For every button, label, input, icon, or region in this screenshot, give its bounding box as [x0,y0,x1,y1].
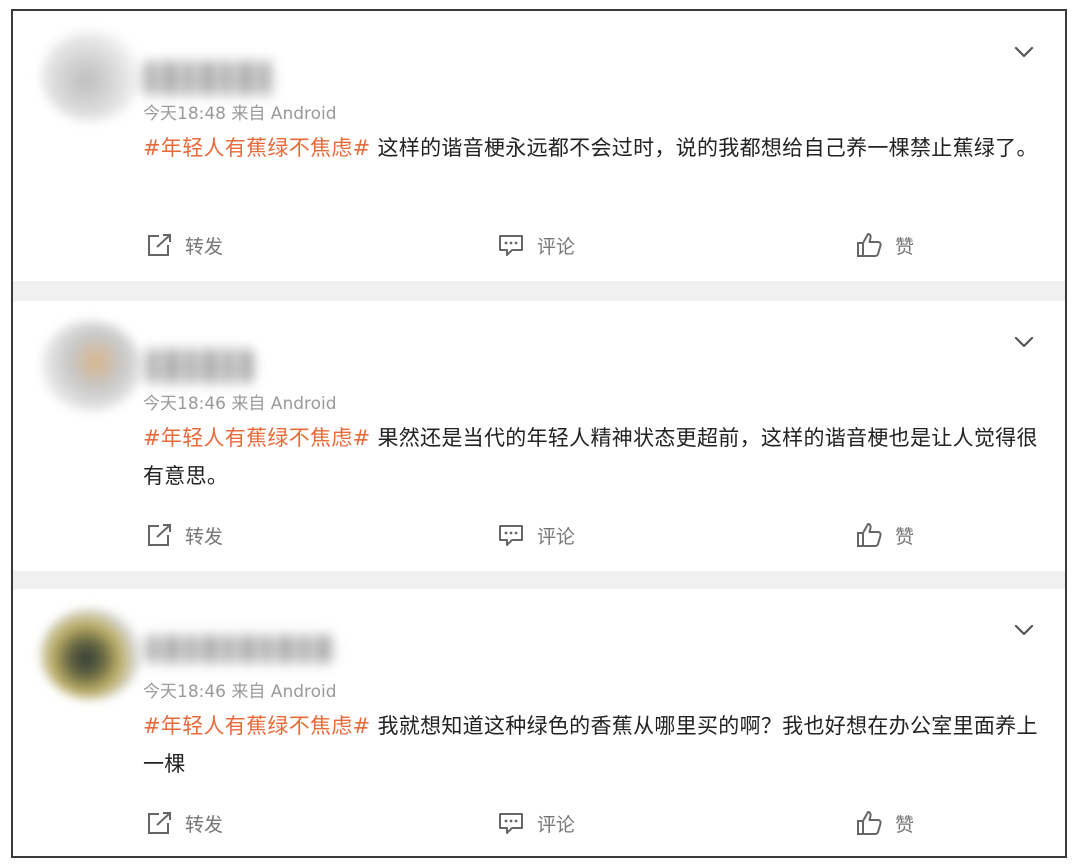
post-meta: 今天18:48 来自 Android [143,99,337,124]
post-source: 来自 Android [231,104,337,124]
username-blurred[interactable] [145,349,253,383]
topic-link[interactable]: #年轻人有蕉绿不焦虑# [143,136,371,160]
post-source: 来自 Android [231,394,337,414]
username-blurred[interactable] [143,61,273,95]
post-card: 今天18:46 来自 Android #年轻人有蕉绿不焦虑# 果然还是当代的年轻… [13,301,1065,571]
chevron-down-icon[interactable] [1013,331,1035,353]
avatar[interactable] [41,31,141,121]
forward-icon [148,524,171,546]
action-bar: 转发 评论 赞 [13,806,1065,840]
feed-frame: 今天18:48 来自 Android #年轻人有蕉绿不焦虑# 这样的谐音梗永远都… [11,9,1067,858]
like-icon [857,811,882,835]
comment-icon [499,235,523,256]
comment-button[interactable]: 评论 [497,518,575,552]
comment-button[interactable]: 评论 [497,228,575,262]
forward-button[interactable]: 转发 [145,228,223,262]
post-source: 来自 Android [231,682,337,702]
like-label: 赞 [895,235,915,258]
action-bar: 转发 评论 赞 [13,228,1065,262]
like-label: 赞 [895,525,915,548]
chevron-down-icon[interactable] [1013,41,1035,63]
post-time: 今天18:46 [143,394,226,414]
post-text: 这样的谐音梗永远都不会过时，说的我都想给自己养一棵禁止蕉绿了。 [370,136,1038,160]
like-label: 赞 [895,813,915,836]
post-content: #年轻人有蕉绿不焦虑# 果然还是当代的年轻人精神状态更超前，这样的谐音梗也是让人… [143,419,1043,495]
post-time: 今天18:48 [143,104,226,124]
topic-link[interactable]: #年轻人有蕉绿不焦虑# [143,426,371,450]
comment-label: 评论 [537,235,576,258]
action-bar: 转发 评论 赞 [13,518,1065,552]
like-button[interactable]: 赞 [855,518,914,552]
forward-icon [148,234,171,256]
comment-label: 评论 [537,813,576,836]
forward-label: 转发 [185,813,224,836]
comment-label: 评论 [537,525,576,548]
avatar[interactable] [41,609,141,699]
post-meta: 今天18:46 来自 Android [143,389,337,414]
avatar[interactable] [41,321,141,411]
comment-icon [499,525,523,546]
post-card: 今天18:48 来自 Android #年轻人有蕉绿不焦虑# 这样的谐音梗永远都… [13,11,1065,281]
chevron-down-icon[interactable] [1013,619,1035,641]
comment-button[interactable]: 评论 [497,806,575,840]
post-content: #年轻人有蕉绿不焦虑# 我就想知道这种绿色的香蕉从哪里买的啊？我也好想在办公室里… [143,707,1043,783]
like-button[interactable]: 赞 [855,806,914,840]
comment-icon [499,813,523,834]
like-icon [857,523,882,547]
post-content: #年轻人有蕉绿不焦虑# 这样的谐音梗永远都不会过时，说的我都想给自己养一棵禁止蕉… [143,129,1043,167]
forward-button[interactable]: 转发 [145,518,223,552]
forward-label: 转发 [185,235,224,258]
like-icon [857,233,882,257]
post-meta: 今天18:46 来自 Android [143,677,337,702]
post-card: 今天18:46 来自 Android #年轻人有蕉绿不焦虑# 我就想知道这种绿色… [13,589,1065,856]
username-blurred[interactable] [145,635,335,663]
forward-icon [148,812,171,834]
forward-button[interactable]: 转发 [145,806,223,840]
forward-label: 转发 [185,525,224,548]
topic-link[interactable]: #年轻人有蕉绿不焦虑# [143,714,371,738]
post-time: 今天18:46 [143,682,226,702]
like-button[interactable]: 赞 [855,228,914,262]
